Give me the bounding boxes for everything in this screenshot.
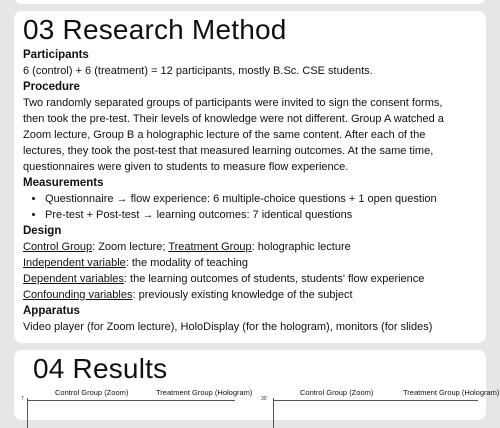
apparatus-heading: Apparatus <box>23 305 80 317</box>
dependent-variables-term: Dependent variables <box>23 273 124 285</box>
participants-text: 6 (control) + 6 (treatment) = 12 partici… <box>23 65 373 77</box>
procedure-heading: Procedure <box>23 81 80 93</box>
research-method-card: 03 Research Method Participants 6 (contr… <box>14 11 486 343</box>
control-group-text: : Zoom lecture; <box>92 241 169 253</box>
procedure-line: lectures, they took the post-test that m… <box>23 145 434 157</box>
previous-card-edge <box>14 0 486 4</box>
treatment-group-term: Treatment Group <box>168 241 252 253</box>
section-title-research-method: 03 Research Method <box>23 14 287 45</box>
results-card: 04 Results 7 Control Group (Zoom) Treatm… <box>14 350 499 428</box>
independent-variable-text: : the modality of teaching <box>125 257 249 269</box>
participants-heading: Participants <box>23 49 89 61</box>
confounding-variables-line: Confounding variables: previously existi… <box>23 287 476 303</box>
section-title-results: 04 Results <box>33 353 168 384</box>
control-group-term: Control Group <box>23 241 93 253</box>
confounding-variables-term: Confounding variables <box>23 289 133 301</box>
procedure-line: questionnaires were given to students to… <box>23 161 349 173</box>
independent-variable-term: Independent variable <box>23 257 126 269</box>
chart-title-control-left: Control Group (Zoom) <box>55 388 129 397</box>
measurements-heading: Measurements <box>23 177 104 189</box>
measurements-item: Pre-test + Post-test → learning outcomes… <box>45 207 476 223</box>
dependent-variables-line: Dependent variables: the learning outcom… <box>23 271 476 287</box>
results-charts-strip: 7 Control Group (Zoom) Treatment Group (… <box>21 388 499 428</box>
chart-title-control-right: Control Group (Zoom) <box>300 388 374 397</box>
dependent-variables-text: : the learning outcomes of students, stu… <box>123 273 425 285</box>
right-chart-y-tick: 30 <box>261 396 267 402</box>
right-chart-gridline <box>273 400 478 401</box>
chart-title-treatment-right: Treatment Group (Hologram) <box>403 388 500 397</box>
left-chart-y-tick: 7 <box>21 396 24 402</box>
confounding-variables-text: : previously existing knowledge of the s… <box>132 289 353 301</box>
chart-title-treatment-left: Treatment Group (Hologram) <box>156 388 253 397</box>
independent-variable-line: Independent variable: the modality of te… <box>23 255 476 271</box>
design-groups-line: Control Group: Zoom lecture; Treatment G… <box>23 239 476 255</box>
treatment-group-text: : holographic lecture <box>251 241 351 253</box>
right-chart-y-axis <box>273 398 274 428</box>
procedure-line: then took the pre-test. Their levels of … <box>23 113 444 125</box>
left-chart-y-axis <box>27 398 28 428</box>
procedure-line: Zoom lecture, Group B a holographic lect… <box>23 129 426 141</box>
apparatus-text: Video player (for Zoom lecture), HoloDis… <box>23 321 433 333</box>
left-chart-gridline <box>27 400 235 401</box>
design-heading: Design <box>23 225 62 237</box>
procedure-line: Two randomly separated groups of partici… <box>23 97 443 109</box>
measurements-list: Questionnaire → flow experience: 6 multi… <box>23 191 476 223</box>
measurements-item: Questionnaire → flow experience: 6 multi… <box>45 191 476 207</box>
